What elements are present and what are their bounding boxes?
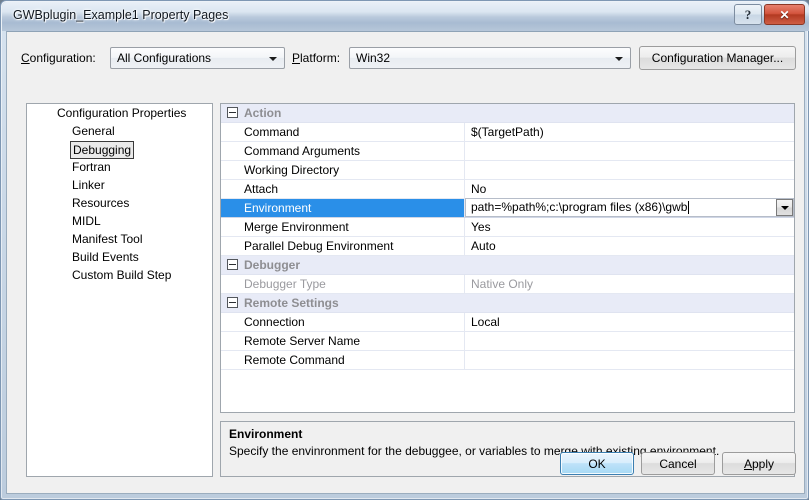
window-title: GWBplugin_Example1 Property Pages <box>13 8 229 22</box>
tree-item-midl[interactable]: MIDL <box>70 212 103 230</box>
grid-category-label: Debugger <box>244 258 301 272</box>
property-value[interactable]: Yes <box>465 218 794 236</box>
property-grid-body: Action Command $(TargetPath) Command Argume… <box>221 104 794 370</box>
grid-property-row[interactable]: Connection Local <box>221 313 794 332</box>
grid-property-row[interactable]: Remote Server Name <box>221 332 794 351</box>
collapse-minus-icon[interactable] <box>227 107 238 118</box>
tree-item-custom-build-step[interactable]: Custom Build Step <box>70 266 173 284</box>
ok-label: OK <box>588 456 606 471</box>
grid-property-row[interactable]: Remote Command <box>221 351 794 370</box>
text-caret <box>688 201 690 214</box>
close-x-icon: ✕ <box>779 7 790 22</box>
property-grid[interactable]: Action Command $(TargetPath) Command Argume… <box>220 103 795 413</box>
property-value[interactable]: Local <box>465 313 794 331</box>
tree-row[interactable]: Resources <box>27 194 212 212</box>
grid-category-row[interactable]: Debugger <box>221 256 794 275</box>
property-name[interactable]: Working Directory <box>221 161 465 179</box>
grid-category-label: Action <box>244 106 282 120</box>
platform-combobox[interactable]: Win32 <box>349 47 631 69</box>
close-button[interactable]: ✕ <box>764 4 805 25</box>
configuration-combobox[interactable]: All Configurations <box>110 47 285 69</box>
property-value[interactable]: Native Only <box>465 275 794 293</box>
tree-row[interactable]: Linker <box>27 176 212 194</box>
chevron-down-icon <box>615 57 623 61</box>
property-name[interactable]: Parallel Debug Environment <box>221 237 465 255</box>
property-pages-dialog: GWBplugin_Example1 Property Pages ? ✕ Co… <box>0 0 809 500</box>
tree-row[interactable]: MIDL <box>27 212 212 230</box>
apply-label: Apply <box>743 456 775 471</box>
tree-item-resources[interactable]: Resources <box>70 194 131 212</box>
question-mark-icon: ? <box>744 6 752 22</box>
property-name[interactable]: Merge Environment <box>221 218 465 236</box>
property-value[interactable]: Auto <box>465 237 794 255</box>
tree-item-linker[interactable]: Linker <box>70 176 107 194</box>
dialog-client-area: Configuration: All Configurations Platfo… <box>6 31 805 494</box>
grid-property-row[interactable]: Environment path=%path%;c:\program files … <box>221 198 794 218</box>
platform-label: Platform: <box>292 51 341 65</box>
tree-row[interactable]: Build Events <box>27 248 212 266</box>
grid-property-row[interactable]: Command $(TargetPath) <box>221 123 794 142</box>
window-frame: GWBplugin_Example1 Property Pages ? ✕ Co… <box>0 0 809 500</box>
property-value[interactable]: No <box>465 180 794 198</box>
property-value-editor[interactable]: path=%path%;c:\program files (x86)\gwb <box>465 198 794 217</box>
grid-property-row[interactable]: Attach No <box>221 180 794 199</box>
collapse-minus-icon[interactable] <box>227 297 238 308</box>
property-name[interactable]: Command Arguments <box>221 142 465 160</box>
configuration-value: All Configurations <box>117 51 212 65</box>
collapse-minus-icon[interactable] <box>227 259 238 270</box>
tree-item-build-events[interactable]: Build Events <box>70 248 141 266</box>
tree-row[interactable]: General <box>27 122 212 140</box>
grid-category-label: Remote Settings <box>244 296 339 310</box>
property-name[interactable]: Remote Server Name <box>221 332 465 350</box>
property-name[interactable]: Attach <box>221 180 465 198</box>
ok-button[interactable]: OK <box>560 452 634 475</box>
tree-row[interactable]: Debugging <box>27 140 212 159</box>
grid-property-row[interactable]: Command Arguments <box>221 142 794 161</box>
tree-row[interactable]: Fortran <box>27 158 212 176</box>
tree-row[interactable]: Manifest Tool <box>27 230 212 248</box>
grid-category-row[interactable]: Remote Settings <box>221 294 794 313</box>
property-value-text[interactable]: path=%path%;c:\program files (x86)\gwb <box>466 199 687 216</box>
configuration-tree[interactable]: Configuration Properties General Debuggin… <box>26 103 213 477</box>
property-name[interactable]: Connection <box>221 313 465 331</box>
cancel-label: Cancel <box>659 456 697 471</box>
title-bar[interactable]: GWBplugin_Example1 Property Pages ? ✕ <box>2 2 809 31</box>
configuration-manager-button[interactable]: Configuration Manager... <box>639 46 796 70</box>
property-value[interactable] <box>465 161 794 179</box>
tree-children: General Debugging Fortran Linker Resources MI… <box>27 122 212 284</box>
property-value[interactable] <box>465 142 794 160</box>
chevron-down-icon <box>780 205 789 210</box>
property-name[interactable]: Command <box>221 123 465 141</box>
grid-property-row[interactable]: Debugger Type Native Only <box>221 275 794 294</box>
configuration-manager-label: Configuration Manager... <box>651 51 784 65</box>
tree-root-row[interactable]: Configuration Properties <box>27 104 212 122</box>
tree-item-debugging[interactable]: Debugging <box>70 141 135 159</box>
description-title: Environment <box>229 427 303 441</box>
property-name[interactable]: Remote Command <box>221 351 465 369</box>
tree-row[interactable]: Custom Build Step <box>27 266 212 284</box>
grid-category-row[interactable]: Action <box>221 104 794 123</box>
apply-button[interactable]: Apply <box>722 452 796 475</box>
property-value[interactable] <box>465 351 794 369</box>
property-value[interactable]: $(TargetPath) <box>465 123 794 141</box>
property-value[interactable] <box>465 332 794 350</box>
tree-item-manifest-tool[interactable]: Manifest Tool <box>70 230 144 248</box>
configuration-label: Configuration: <box>21 51 96 65</box>
grid-property-row[interactable]: Merge Environment Yes <box>221 218 794 237</box>
property-name[interactable]: Debugger Type <box>221 275 465 293</box>
cancel-button[interactable]: Cancel <box>641 452 715 475</box>
tree-item-fortran[interactable]: Fortran <box>70 158 113 176</box>
value-dropdown-button[interactable] <box>776 199 793 216</box>
platform-value: Win32 <box>356 51 391 65</box>
property-name[interactable]: Environment <box>221 199 465 217</box>
help-button[interactable]: ? <box>734 4 762 25</box>
chevron-down-icon <box>269 57 277 61</box>
tree-item-general[interactable]: General <box>70 122 117 140</box>
grid-property-row[interactable]: Parallel Debug Environment Auto <box>221 237 794 256</box>
tree-item-configuration-properties[interactable]: Configuration Properties <box>55 104 188 122</box>
grid-property-row[interactable]: Working Directory <box>221 161 794 180</box>
